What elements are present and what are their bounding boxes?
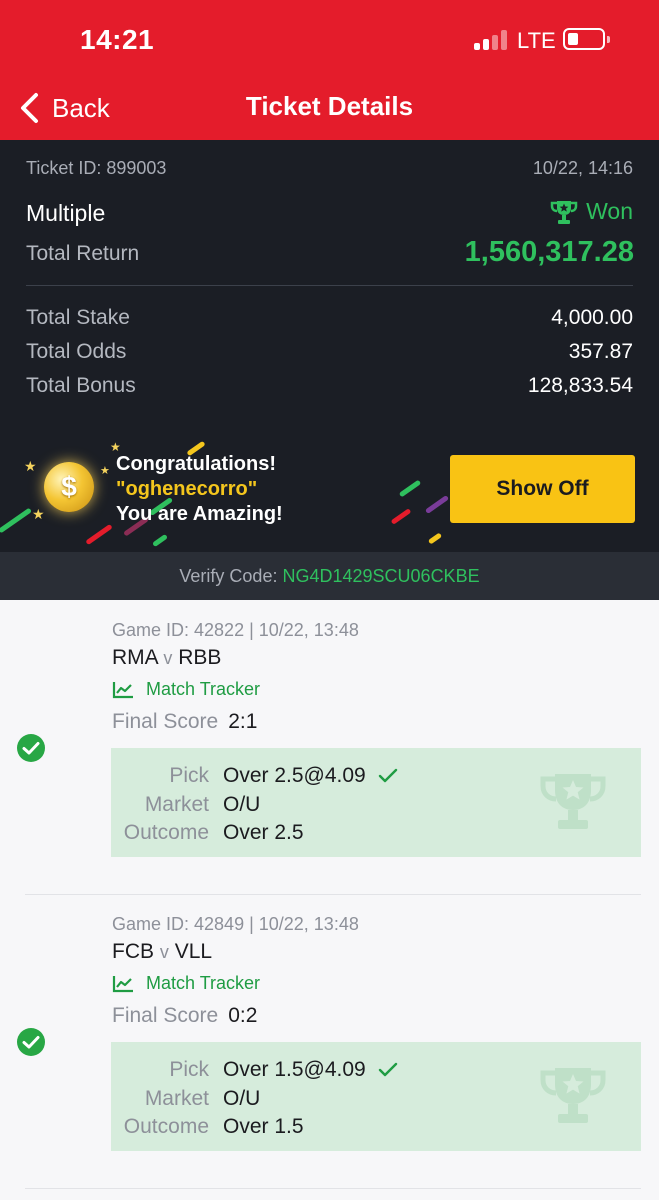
pick-value: Over 2.5@4.09	[223, 764, 398, 788]
game-id: Game ID: 42849 | 10/22, 13:48	[112, 914, 359, 934]
home-team: RMA	[112, 646, 158, 669]
away-team: RBB	[178, 646, 222, 669]
congrats-text: Congratulations! "oghenecorro" You are A…	[116, 452, 283, 527]
battery-icon	[563, 28, 610, 50]
show-off-button[interactable]: Show Off	[450, 455, 635, 523]
status-time: 14:21	[80, 24, 155, 55]
verify-code-bar: Verify Code: NG4D1429SCU06CKBE	[0, 552, 659, 600]
total-odds-value: 357.87	[568, 340, 633, 363]
trophy-icon	[540, 774, 606, 829]
pick-value: Over 1.5@4.09	[223, 1058, 398, 1082]
final-score-value: 0:2	[228, 1004, 258, 1027]
trophy-icon	[550, 200, 578, 224]
market-label: Market	[144, 1087, 209, 1110]
chart-line-icon	[112, 681, 133, 698]
status-badge: Won	[550, 198, 633, 225]
match-teams: RMA v RBB	[112, 646, 221, 670]
total-return-label: Total Return	[26, 242, 140, 265]
outcome-value: Over 2.5	[223, 821, 304, 844]
selection-item: Game ID: 42849 | 10/22, 13:48 FCB v VLL …	[0, 894, 659, 1188]
versus: v	[159, 942, 169, 962]
pick-value-text: Over 2.5@4.09	[223, 764, 366, 787]
final-score: Final Score 0:2	[112, 1004, 257, 1028]
ticket-summary: Ticket ID: 899003 10/22, 14:16 Multiple …	[0, 140, 659, 600]
final-score-label: Final Score	[112, 1004, 219, 1027]
ticket-id: Ticket ID: 899003	[26, 158, 167, 178]
total-stake-value: 4,000.00	[551, 306, 633, 329]
confetti-streak	[85, 523, 113, 546]
pick-details: Pick Over 1.5@4.09 Market O/U Outcome Ov…	[111, 1042, 641, 1151]
total-stake-label: Total Stake	[26, 306, 130, 329]
match-tracker-label: Match Tracker	[146, 679, 261, 699]
final-score: Final Score 2:1	[112, 710, 257, 734]
match-teams: FCB v VLL	[112, 940, 212, 964]
total-bonus-label: Total Bonus	[26, 374, 136, 397]
versus: v	[163, 648, 173, 668]
outcome-value: Over 1.5	[223, 1115, 304, 1138]
status-label: Won	[586, 198, 633, 224]
pick-details: Pick Over 2.5@4.09 Market O/U Outcome Ov…	[111, 748, 641, 857]
top-bar: 14:21 LTE Back Ticket Details	[0, 0, 659, 140]
confetti-streak	[0, 507, 32, 534]
check-circle-icon	[17, 1028, 45, 1056]
market-value: O/U	[223, 1087, 261, 1110]
sparkle-icon: ★	[24, 458, 37, 474]
congrats-banner: ★ ★ ★ ★ $ Congratulations! "oghenecorro"…	[0, 420, 659, 552]
verify-code-value[interactable]: NG4D1429SCU06CKBE	[282, 566, 479, 586]
final-score-label: Final Score	[112, 710, 219, 733]
confetti-streak	[390, 508, 412, 525]
pick-value-text: Over 1.5@4.09	[223, 1058, 366, 1081]
divider	[25, 1188, 641, 1189]
selection-item: Game ID: 42822 | 10/22, 13:48 RMA v RBB …	[0, 600, 659, 894]
sparkle-icon: ★	[100, 465, 110, 477]
away-team: VLL	[174, 940, 213, 963]
confetti-streak	[398, 479, 422, 498]
total-return-value: 1,560,317.28	[464, 236, 634, 268]
game-id: Game ID: 42822 | 10/22, 13:48	[112, 620, 359, 640]
outcome-label: Outcome	[123, 821, 209, 844]
ticket-datetime: 10/22, 14:16	[532, 158, 633, 178]
divider	[26, 285, 633, 286]
pick-label: Pick	[169, 764, 209, 787]
congrats-line1: Congratulations!	[116, 453, 276, 475]
verify-code-label: Verify Code:	[179, 566, 278, 586]
total-odds-label: Total Odds	[26, 340, 127, 363]
market-label: Market	[144, 793, 209, 816]
sparkle-icon: ★	[32, 506, 45, 522]
check-circle-icon	[17, 734, 45, 762]
signal-icon	[474, 30, 510, 50]
match-tracker-link[interactable]: Match Tracker	[112, 973, 260, 994]
final-score-value: 2:1	[228, 710, 258, 733]
match-tracker-link[interactable]: Match Tracker	[112, 679, 260, 700]
congrats-username: "oghenecorro"	[116, 478, 258, 500]
outcome-label: Outcome	[123, 1115, 209, 1138]
coin-icon: $	[44, 462, 94, 512]
confetti-streak	[424, 494, 450, 515]
confetti-streak	[152, 533, 168, 548]
total-bonus-value: 128,833.54	[527, 374, 633, 397]
match-tracker-label: Match Tracker	[146, 973, 261, 993]
coin-symbol: $	[61, 471, 77, 502]
chart-line-icon	[112, 975, 133, 992]
bet-type: Multiple	[26, 200, 106, 226]
page-title: Ticket Details	[245, 91, 414, 121]
congrats-line3: You are Amazing!	[116, 503, 283, 525]
market-value: O/U	[223, 793, 261, 816]
network-label: LTE	[517, 28, 556, 53]
pick-label: Pick	[169, 1058, 209, 1081]
checkmark-icon	[378, 768, 397, 783]
trophy-icon	[540, 1068, 606, 1123]
confetti-streak	[427, 532, 443, 545]
checkmark-icon	[378, 1062, 397, 1077]
home-team: FCB	[112, 940, 154, 963]
